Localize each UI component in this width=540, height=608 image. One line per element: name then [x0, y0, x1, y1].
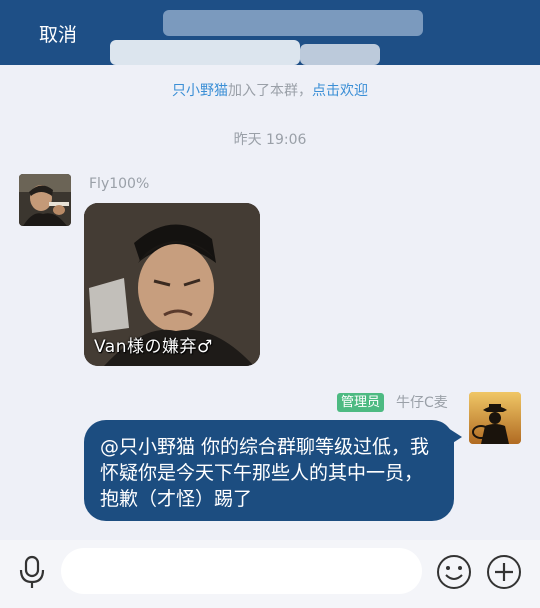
admin-role-badge: 管理员: [337, 393, 385, 412]
chat-bubble-outgoing[interactable]: @只小野猫 你的综合群聊等级过低，我怀疑你是今天下午那些人的其中一员，抱歉（才怪…: [84, 420, 454, 521]
chat-header: 取消: [0, 0, 540, 65]
sender-name: Fly100%: [89, 176, 150, 192]
join-notice: 只小野猫加入了本群，点击欢迎: [0, 80, 540, 100]
message-timestamp: 昨天 19:06: [233, 132, 307, 148]
microphone-icon[interactable]: [14, 554, 50, 590]
plus-circle-icon[interactable]: [485, 553, 523, 591]
cancel-button[interactable]: 取消: [39, 20, 77, 47]
blurred-group-title: [110, 40, 300, 65]
join-notice-text: 加入了本群，: [228, 83, 312, 99]
message-input[interactable]: [61, 548, 422, 594]
sticker-caption: Van様の嫌弃♂: [94, 337, 213, 357]
bubble-tail: [448, 428, 462, 446]
sticker-image[interactable]: Van様の嫌弃♂: [84, 203, 260, 366]
emoji-smile-icon[interactable]: [435, 553, 473, 591]
sender-name: 牛仔C麦: [396, 395, 448, 411]
blurred-group-title: [163, 10, 423, 36]
welcome-link[interactable]: 点击欢迎: [312, 83, 368, 99]
avatar[interactable]: [19, 174, 71, 226]
avatar[interactable]: [469, 392, 521, 444]
blurred-group-title: [300, 44, 380, 65]
joined-user-name[interactable]: 只小野猫: [172, 83, 228, 99]
